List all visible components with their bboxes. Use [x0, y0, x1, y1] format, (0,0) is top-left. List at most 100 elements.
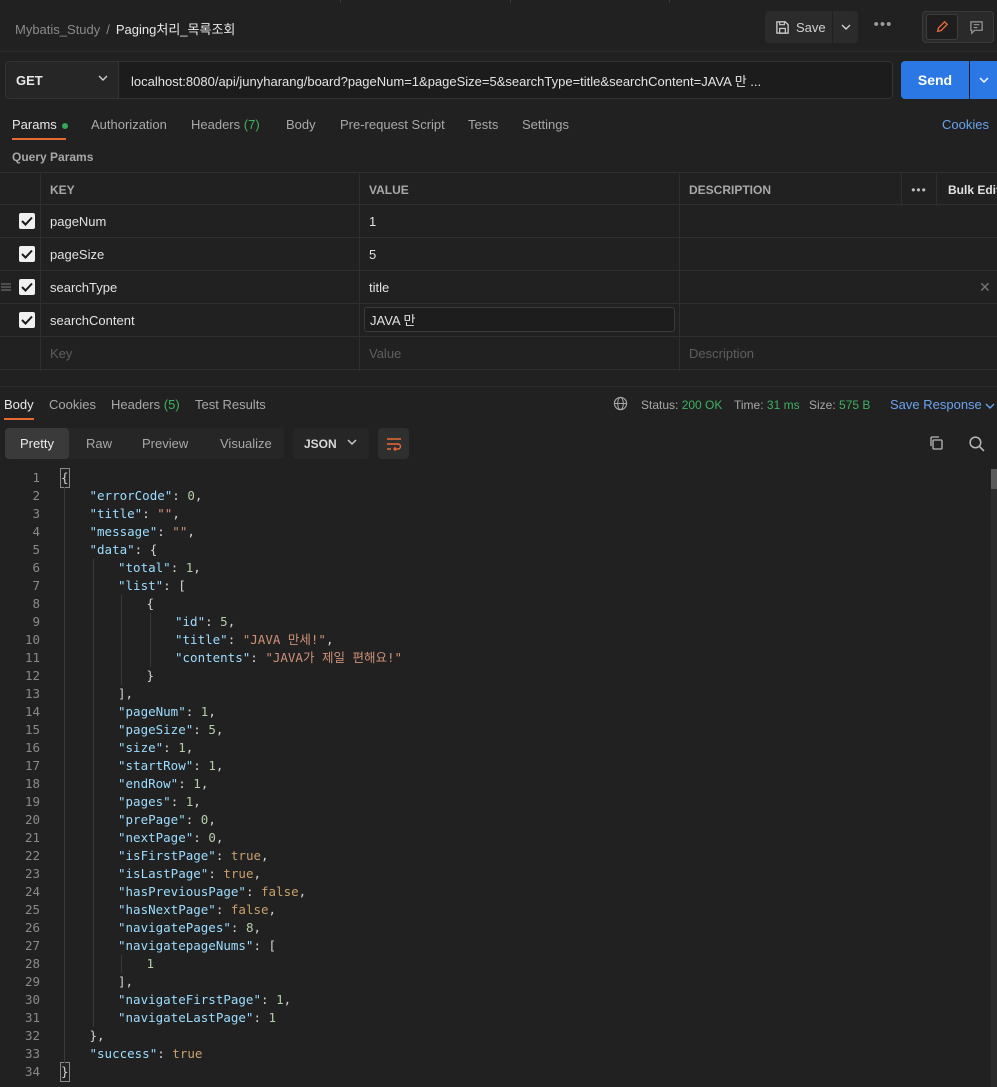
- wrap-lines-button[interactable]: [378, 428, 409, 459]
- checkmark-icon: [21, 216, 33, 226]
- drag-handle-icon[interactable]: [1, 282, 11, 292]
- response-scrollbar[interactable]: [991, 469, 997, 1087]
- line-number: 3: [32, 506, 40, 521]
- code-line: 33 "success": true: [0, 1045, 990, 1063]
- code-line: 29],: [0, 973, 990, 991]
- tab-prerequest-script[interactable]: Pre-request Script: [340, 117, 445, 132]
- save-response-button[interactable]: Save Response: [890, 397, 995, 412]
- format-pretty[interactable]: Pretty: [5, 428, 69, 459]
- line-number: 13: [24, 686, 40, 701]
- breadcrumb-workspace[interactable]: Mybatis_Study: [15, 22, 100, 37]
- params-active-dot: [61, 122, 68, 129]
- send-options-button[interactable]: [970, 61, 997, 99]
- save-icon: [776, 20, 789, 34]
- column-header-description: DESCRIPTION: [689, 182, 772, 197]
- response-time[interactable]: Time: 31 ms: [734, 398, 800, 412]
- search-icon[interactable]: [968, 435, 985, 452]
- table-row: pageSize 5: [0, 238, 997, 271]
- code-line: 27 "navigatepageNums": [: [0, 937, 990, 955]
- line-number: 30: [24, 992, 40, 1007]
- response-tab-test-results[interactable]: Test Results: [195, 397, 266, 412]
- indent-guide: [64, 487, 65, 1063]
- indent-guide: [121, 595, 122, 685]
- param-value-input[interactable]: JAVA 만: [364, 307, 675, 332]
- active-tab-underline: [12, 138, 66, 140]
- line-number: 2: [32, 488, 40, 503]
- code-content: {: [146, 596, 155, 611]
- tab-tests[interactable]: Tests: [468, 117, 498, 132]
- size-value: 575 B: [839, 398, 871, 412]
- param-checkbox[interactable]: [19, 246, 35, 262]
- response-tab-body[interactable]: Body: [4, 397, 34, 412]
- request-name[interactable]: Paging처리_목록조회: [116, 22, 235, 37]
- save-button[interactable]: Save: [765, 11, 832, 43]
- tab-params[interactable]: Params: [12, 117, 68, 132]
- code-line: 5 "data": {: [0, 541, 990, 559]
- format-visualize[interactable]: Visualize: [220, 428, 272, 459]
- edit-mode-button[interactable]: [926, 14, 958, 40]
- code-content: ],: [118, 974, 134, 989]
- tab-authorization[interactable]: Authorization: [91, 117, 167, 132]
- method-select[interactable]: GET: [5, 61, 119, 99]
- param-value[interactable]: title: [359, 271, 389, 304]
- code-line: 16 "size": 1,: [0, 739, 990, 757]
- code-line: 8{: [0, 595, 990, 613]
- globe-icon[interactable]: [613, 396, 628, 411]
- tab-body[interactable]: Body: [286, 117, 316, 132]
- param-key[interactable]: searchContent: [40, 304, 135, 337]
- param-key[interactable]: pageSize: [40, 238, 104, 271]
- save-options-button[interactable]: [833, 11, 858, 43]
- code-content: "navigatepageNums": [: [118, 938, 277, 953]
- tab-headers[interactable]: Headers (7): [191, 117, 260, 132]
- send-button[interactable]: Send: [901, 61, 969, 99]
- param-checkbox[interactable]: [19, 312, 35, 328]
- new-description-input[interactable]: Description: [679, 337, 754, 370]
- scrollbar-thumb[interactable]: [991, 469, 997, 489]
- checkmark-icon: [21, 249, 33, 259]
- delete-row-icon[interactable]: ✕: [979, 279, 991, 296]
- line-number: 29: [24, 974, 40, 989]
- line-number: 22: [24, 848, 40, 863]
- wrap-text-icon: [386, 437, 401, 451]
- url-input[interactable]: localhost:8080/api/junyharang/board?page…: [119, 61, 893, 99]
- code-content: "message": "",: [89, 524, 195, 539]
- table-row: searchType title ✕: [0, 271, 997, 304]
- table-row: searchContent JAVA 만: [0, 304, 997, 337]
- param-value[interactable]: 1: [359, 205, 376, 238]
- comment-mode-button[interactable]: [961, 14, 991, 40]
- column-options-icon[interactable]: •••: [901, 173, 937, 206]
- format-raw[interactable]: Raw: [86, 428, 112, 459]
- line-number: 14: [24, 704, 40, 719]
- param-key[interactable]: searchType: [40, 271, 117, 304]
- format-preview[interactable]: Preview: [142, 428, 188, 459]
- bulk-edit-button[interactable]: Bulk Edit: [948, 173, 997, 206]
- response-tab-headers[interactable]: Headers (5): [111, 397, 180, 412]
- time-label: Time:: [734, 398, 764, 412]
- param-checkbox[interactable]: [19, 279, 35, 295]
- checkmark-icon: [21, 315, 33, 325]
- new-value-input[interactable]: Value: [359, 337, 401, 370]
- code-content: "size": 1,: [118, 740, 194, 755]
- param-key[interactable]: pageNum: [40, 205, 106, 238]
- response-tab-cookies[interactable]: Cookies: [49, 397, 96, 412]
- code-line: 2 "errorCode": 0,: [0, 487, 990, 505]
- tab-settings[interactable]: Settings: [522, 117, 569, 132]
- response-size[interactable]: Size: 575 B: [809, 398, 870, 412]
- code-line: 11 "contents": "JAVA가 제일 편해요!": [0, 649, 990, 667]
- language-select[interactable]: JSON: [293, 428, 369, 459]
- param-value[interactable]: 5: [359, 238, 376, 271]
- cookies-link[interactable]: Cookies: [942, 117, 989, 132]
- column-header-key: KEY: [50, 182, 75, 197]
- new-key-input[interactable]: Key: [40, 337, 72, 370]
- code-line: 20 "prePage": 0,: [0, 811, 990, 829]
- query-params-title: Query Params: [12, 150, 94, 164]
- response-status[interactable]: Status: 200 OK: [641, 398, 722, 412]
- table-row: pageNum 1: [0, 205, 997, 238]
- code-line: 17 "startRow": 1,: [0, 757, 990, 775]
- line-number: 4: [32, 524, 40, 539]
- copy-icon[interactable]: [928, 435, 944, 451]
- code-line: 34}: [0, 1062, 990, 1082]
- code-content: "endRow": 1,: [118, 776, 209, 791]
- more-options-icon[interactable]: •••: [873, 16, 893, 36]
- param-checkbox[interactable]: [19, 213, 35, 229]
